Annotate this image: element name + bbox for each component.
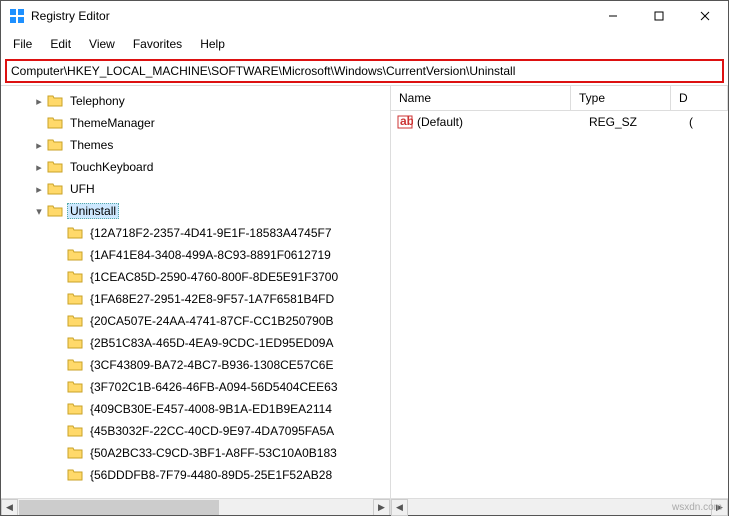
string-value-icon: ab <box>397 114 413 130</box>
folder-icon <box>67 467 83 483</box>
minimize-button[interactable] <box>590 1 636 31</box>
expand-icon[interactable]: ▸ <box>31 161 47 174</box>
menu-edit[interactable]: Edit <box>42 33 79 55</box>
tree-item-label: {2B51C83A-465D-4EA9-9CDC-1ED95ED09A <box>87 335 336 351</box>
tree-item[interactable]: {2B51C83A-465D-4EA9-9CDC-1ED95ED09A <box>1 332 390 354</box>
app-icon <box>9 8 25 24</box>
tree-item[interactable]: {1FA68E27-2951-42E8-9F57-1A7F6581B4FD <box>1 288 390 310</box>
address-bar-container: Computer\HKEY_LOCAL_MACHINE\SOFTWARE\Mic… <box>1 57 728 85</box>
tree-item-label: Uninstall <box>67 203 119 219</box>
folder-icon <box>67 357 83 373</box>
tree-item[interactable]: {1AF41E84-3408-499A-8C93-8891F0612719 <box>1 244 390 266</box>
folder-icon <box>67 379 83 395</box>
folder-icon <box>67 335 83 351</box>
tree-item[interactable]: {409CB30E-E457-4008-9B1A-ED1B9EA2114 <box>1 398 390 420</box>
value-data: ( <box>689 115 722 129</box>
expand-icon[interactable]: ▸ <box>31 95 47 108</box>
tree-item-label: Themes <box>67 137 116 153</box>
folder-icon <box>47 137 63 153</box>
content-split: ▸ Telephony ThemeManager ▸ Themes ▸ TouchKeybo… <box>1 85 728 515</box>
tree-item[interactable]: {1CEAC85D-2590-4760-800F-8DE5E91F3700 <box>1 266 390 288</box>
watermark: wsxdn.com <box>672 502 722 513</box>
svg-text:ab: ab <box>400 114 413 128</box>
tree-item-label: {409CB30E-E457-4008-9B1A-ED1B9EA2114 <box>87 401 335 417</box>
address-bar[interactable]: Computer\HKEY_LOCAL_MACHINE\SOFTWARE\Mic… <box>5 59 724 83</box>
scroll-left-arrow[interactable]: ◀ <box>1 499 18 516</box>
tree-item[interactable]: {3CF43809-BA72-4BC7-B936-1308CE57C6E <box>1 354 390 376</box>
tree-item[interactable]: {3F702C1B-6426-46FB-A094-56D5404CEE63 <box>1 376 390 398</box>
folder-icon <box>47 203 63 219</box>
folder-icon <box>67 445 83 461</box>
tree-item-label: {50A2BC33-C9CD-3BF1-A8FF-53C10A0B183 <box>87 445 340 461</box>
tree-item[interactable]: ▸ TouchKeyboard <box>1 156 390 178</box>
tree-pane: ▸ Telephony ThemeManager ▸ Themes ▸ TouchKeybo… <box>1 86 391 515</box>
tree-item-label: {45B3032F-22CC-40CD-9E97-4DA7095FA5A <box>87 423 337 439</box>
scroll-left-arrow[interactable]: ◀ <box>391 499 408 516</box>
folder-icon <box>67 269 83 285</box>
tree-item[interactable]: {56DDDFB8-7F79-4480-89D5-25E1F52AB28 <box>1 464 390 486</box>
maximize-button[interactable] <box>636 1 682 31</box>
list-header[interactable]: Name Type D <box>391 86 728 111</box>
tree-item-label: {56DDDFB8-7F79-4480-89D5-25E1F52AB28 <box>87 467 335 483</box>
tree-item[interactable]: {12A718F2-2357-4D41-9E1F-18583A4745F7 <box>1 222 390 244</box>
tree-item-label: {1AF41E84-3408-499A-8C93-8891F0612719 <box>87 247 334 263</box>
tree-item-label: {12A718F2-2357-4D41-9E1F-18583A4745F7 <box>87 225 335 241</box>
tree-item[interactable]: ▾ Uninstall <box>1 200 390 222</box>
folder-icon <box>47 115 63 131</box>
title-bar: Registry Editor <box>1 1 728 31</box>
folder-icon <box>47 93 63 109</box>
tree-item[interactable]: {20CA507E-24AA-4741-87CF-CC1B250790B <box>1 310 390 332</box>
window-title: Registry Editor <box>31 9 590 23</box>
tree-item-label: {20CA507E-24AA-4741-87CF-CC1B250790B <box>87 313 337 329</box>
folder-icon <box>67 423 83 439</box>
scroll-right-arrow[interactable]: ▶ <box>373 499 390 516</box>
list-pane: Name Type D ab(Default)REG_SZ( ◀ ▶ <box>391 86 728 515</box>
tree-item-label: {3F702C1B-6426-46FB-A094-56D5404CEE63 <box>87 379 341 395</box>
list-view[interactable]: ab (Default)REG_SZ( <box>391 111 728 498</box>
tree-item[interactable]: {45B3032F-22CC-40CD-9E97-4DA7095FA5A <box>1 420 390 442</box>
tree-item-label: Telephony <box>67 93 128 109</box>
menu-favorites[interactable]: Favorites <box>125 33 190 55</box>
menu-file[interactable]: File <box>5 33 40 55</box>
tree-item[interactable]: ThemeManager <box>1 112 390 134</box>
menu-bar: FileEditViewFavoritesHelp <box>1 31 728 57</box>
value-name: (Default) <box>417 115 589 129</box>
value-type: REG_SZ <box>589 115 689 129</box>
scroll-thumb[interactable] <box>19 500 219 515</box>
tree-item-label: ThemeManager <box>67 115 158 131</box>
list-header-data[interactable]: D <box>671 86 728 110</box>
tree-item-label: UFH <box>67 181 98 197</box>
list-header-type[interactable]: Type <box>571 86 671 110</box>
folder-icon <box>47 181 63 197</box>
tree-item[interactable]: ▸ Telephony <box>1 90 390 112</box>
folder-icon <box>67 247 83 263</box>
tree-item[interactable]: ▸ Themes <box>1 134 390 156</box>
list-row[interactable]: ab (Default)REG_SZ( <box>391 111 728 133</box>
folder-icon <box>67 291 83 307</box>
expand-icon[interactable]: ▾ <box>31 205 47 218</box>
tree-item-label: {3CF43809-BA72-4BC7-B936-1308CE57C6E <box>87 357 337 373</box>
tree-item-label: {1CEAC85D-2590-4760-800F-8DE5E91F3700 <box>87 269 341 285</box>
folder-icon <box>67 225 83 241</box>
close-button[interactable] <box>682 1 728 31</box>
expand-icon[interactable]: ▸ <box>31 183 47 196</box>
tree-item[interactable]: ▸ UFH <box>1 178 390 200</box>
tree-item-label: {1FA68E27-2951-42E8-9F57-1A7F6581B4FD <box>87 291 337 307</box>
tree-view[interactable]: ▸ Telephony ThemeManager ▸ Themes ▸ TouchKeybo… <box>1 86 390 498</box>
folder-icon <box>67 401 83 417</box>
expand-icon[interactable]: ▸ <box>31 139 47 152</box>
tree-item[interactable]: {50A2BC33-C9CD-3BF1-A8FF-53C10A0B183 <box>1 442 390 464</box>
tree-hscrollbar[interactable]: ◀ ▶ <box>1 498 390 515</box>
folder-icon <box>67 313 83 329</box>
list-header-name[interactable]: Name <box>391 86 571 110</box>
tree-item-label: TouchKeyboard <box>67 159 156 175</box>
menu-view[interactable]: View <box>81 33 123 55</box>
menu-help[interactable]: Help <box>192 33 233 55</box>
folder-icon <box>47 159 63 175</box>
